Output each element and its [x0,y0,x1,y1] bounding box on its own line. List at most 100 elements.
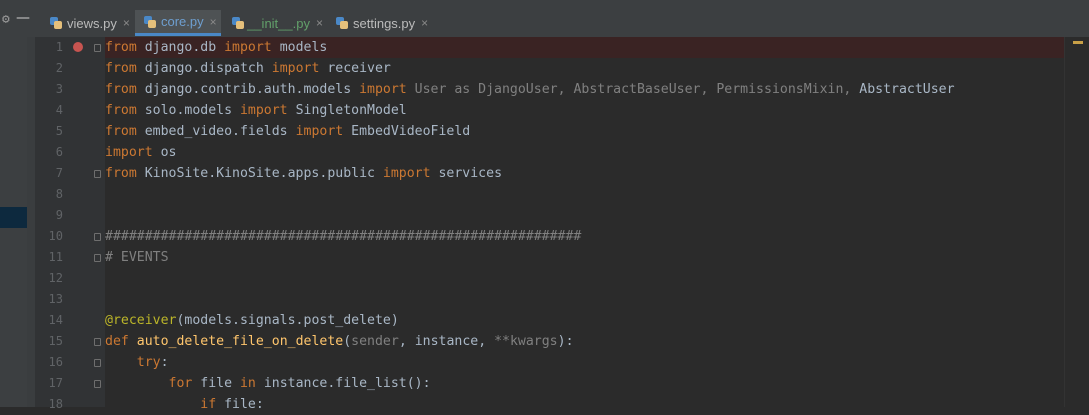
keyword: import [359,82,407,97]
python-file-icon [49,16,63,30]
editor-tab-bar: views.py × core.py × __init__.py × setti… [35,0,1089,38]
import-name: AbstractUser [859,82,955,97]
import-name: EmbedVideoField [343,124,471,139]
fold-marker-icon[interactable] [94,380,101,388]
line-number: 16 [48,355,63,369]
keyword: from [105,103,137,118]
line-number: 15 [48,334,63,348]
close-icon[interactable]: × [123,16,130,30]
close-icon[interactable]: × [210,15,217,29]
tab-views-py[interactable]: views.py × [41,10,133,36]
module-name: os [152,145,177,160]
gear-icon[interactable]: ⚙ [2,12,10,27]
code-line-5[interactable]: from embed_video.fields import EmbedVide… [105,121,1089,142]
line-number: 3 [55,82,63,96]
paren: ( [343,334,352,349]
line-number: 10 [48,229,63,243]
line-number: 11 [48,250,63,264]
tab-label: views.py [67,15,117,31]
keyword: in [239,376,256,391]
fold-marker-icon[interactable] [94,338,101,346]
line-number: 7 [55,166,63,180]
line-number: 14 [48,313,63,327]
code-area[interactable]: from django.db import models from django… [105,37,1089,412]
module-name: django.contrib.auth.models [136,82,360,97]
close-icon[interactable]: × [316,16,323,30]
warning-marker-icon[interactable] [1073,41,1083,44]
keyword: import [295,124,344,139]
line-number: 6 [55,145,63,159]
module-name: embed_video.fields [136,124,296,139]
code-line-10[interactable]: ########################################… [105,226,1089,247]
keyword: import [224,40,272,55]
module-name: solo.models [136,103,240,118]
tab-label: settings.py [353,15,416,31]
params: , instance, [398,334,495,349]
keyword: from [105,124,137,139]
code-line-14[interactable]: @receiver(models.signals.post_delete) [105,310,1089,331]
param-unused: sender [351,334,399,349]
keyword: from [105,82,137,97]
import-name: models [271,40,328,55]
import-name: services [430,166,503,181]
code-line-2[interactable]: from django.dispatch import receiver [105,58,1089,79]
code-line-17[interactable]: for file in instance.file_list(): [105,373,1089,394]
line-number: 18 [48,397,63,411]
keyword: from [105,40,137,55]
keyword: from [105,61,137,76]
code-line-16[interactable]: try: [105,352,1089,373]
code-line-6[interactable]: import os [105,142,1089,163]
expression: instance.file_list(): [255,376,431,391]
line-number: 12 [48,271,63,285]
fold-marker-icon[interactable] [94,170,101,178]
close-icon[interactable]: × [421,16,428,30]
code-line-7[interactable]: from KinoSite.KinoSite.apps.public impor… [105,163,1089,184]
function-name: auto_delete_file_on_delete [136,334,344,349]
editor-gutter[interactable]: 1 2 3 4 5 6 7 8 9 10 11 12 13 14 15 16 1… [35,37,105,411]
line-number: 17 [48,376,63,390]
tab-core-py[interactable]: core.py × [135,10,221,36]
keyword: import [105,145,153,160]
decorator-args: (models.signals.post_delete) [176,313,399,328]
collapse-icon[interactable]: — [16,10,30,26]
line-number: 9 [55,208,63,222]
expression: file: [216,397,264,412]
import-name: SingletonModel [287,103,407,118]
line-number: 1 [55,40,63,54]
code-line-11[interactable]: # EVENTS [105,247,1089,268]
fold-marker-icon[interactable] [94,44,101,52]
fold-marker-icon[interactable] [94,359,101,367]
code-line-3[interactable]: from django.contrib.auth.models import U… [105,79,1089,100]
tab-settings-py[interactable]: settings.py × [327,10,439,36]
import-name: receiver [319,61,391,76]
keyword: from [105,166,137,181]
keyword: import [382,166,431,181]
module-name: django.dispatch [136,61,272,76]
keyword: if [105,397,217,412]
line-number: 8 [55,187,63,201]
line-number: 4 [55,103,63,117]
editor-error-stripe[interactable] [1064,37,1089,407]
decorator: @receiver [105,313,177,328]
project-tool-strip: ⚙ — [0,0,35,407]
code-line-15[interactable]: def auto_delete_file_on_delete(sender, i… [105,331,1089,352]
code-line-4[interactable]: from solo.models import SingletonModel [105,100,1089,121]
fold-marker-icon[interactable] [94,254,101,262]
colon: : [160,355,169,370]
keyword: import [239,103,288,118]
fold-marker-icon[interactable] [94,233,101,241]
project-scrollbar[interactable] [27,37,35,407]
line-number: 13 [48,292,63,306]
line-number: 5 [55,124,63,138]
param-unused: **kwargs [494,334,558,349]
tab-init-py[interactable]: __init__.py × [223,10,323,36]
module-name: django.db [136,40,225,55]
line-number: 2 [55,61,63,75]
code-line-18[interactable]: if file: [105,394,1089,415]
code-line-1[interactable]: from django.db import models [105,37,1089,58]
module-name: KinoSite.KinoSite.apps.public [136,166,383,181]
breakpoint-icon[interactable] [73,42,83,52]
keyword: import [271,61,320,76]
code-editor[interactable]: 1 2 3 4 5 6 7 8 9 10 11 12 13 14 15 16 1… [35,37,1089,412]
